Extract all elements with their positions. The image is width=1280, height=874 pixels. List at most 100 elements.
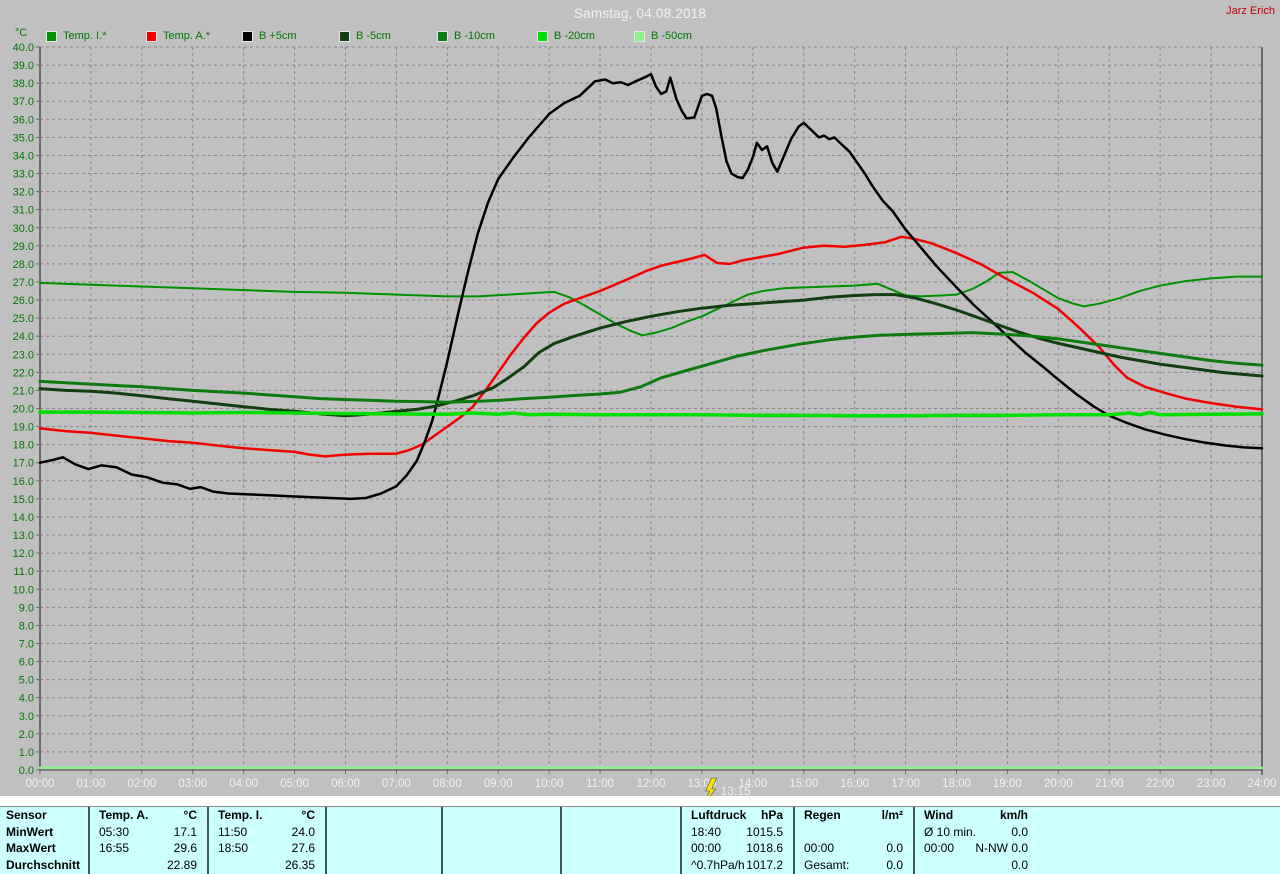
legend-item: B -20cm: [537, 30, 595, 42]
legend-swatch-icon: [634, 30, 645, 42]
y-tick-label: 30.0: [13, 223, 34, 235]
y-tick-label: 33.0: [13, 169, 34, 181]
y-tick-label: 7.0: [19, 638, 34, 650]
legend-item: B -10cm: [437, 30, 495, 42]
sensor-column: [325, 807, 441, 874]
legend-item: Temp. I.*: [46, 30, 106, 42]
x-tick-label: 07:00: [382, 778, 411, 790]
y-tick-label: 37.0: [13, 96, 34, 108]
footer-cell: hPa: [760, 808, 783, 822]
y-tick-label: 23.0: [13, 349, 34, 361]
footer-cell: 16:55: [99, 841, 130, 856]
y-tick-label: 24.0: [13, 331, 34, 343]
footer-cell: Temp. A.: [99, 808, 149, 822]
legend-item: Temp. A.*: [146, 30, 210, 42]
legend-label: Temp. A.*: [163, 30, 211, 42]
footer-cell: Sensor: [6, 808, 47, 822]
y-tick-label: 15.0: [13, 494, 34, 506]
y-tick-label: 34.0: [13, 150, 34, 162]
x-tick-label: 11:00: [586, 778, 614, 790]
footer-cell: 26.35: [284, 857, 315, 872]
y-tick-label: 8.0: [19, 620, 34, 632]
x-tick-label: 21:00: [1095, 778, 1124, 790]
y-tick-label: 13.0: [13, 530, 34, 542]
y-tick-label: 12.0: [13, 548, 34, 560]
x-tick-label: 06:00: [331, 778, 360, 790]
footer-cell: Temp. I.: [218, 808, 263, 822]
y-tick-label: 21.0: [13, 385, 34, 397]
y-tick-label: 6.0: [19, 657, 34, 669]
footer-cell: 1018.6: [746, 841, 783, 856]
legend-swatch-icon: [242, 30, 253, 42]
y-tick-label: 25.0: [13, 313, 34, 325]
series-line: [38, 410, 1264, 418]
y-tick-label: 17.0: [13, 458, 34, 470]
y-tick-label: 32.0: [13, 187, 34, 199]
legend-swatch-icon: [339, 30, 350, 42]
temperature-chart[interactable]: 0.0 1.0 2.0 3.0 4.0 5.0 6.0 7.0 8.0 9.0 10.0 11.0 12…: [0, 0, 1280, 805]
sensor-column: Temp. A. °C 05:30 17.1 16:55 29.6 22.89: [88, 807, 207, 874]
footer-cell: Ø 10 min.: [924, 824, 977, 839]
chart-legend: Temp. I.* Temp. A.* B +5cm B -5cm B -10cm B -…: [0, 30, 1280, 43]
y-tick-label: 11.0: [13, 566, 34, 578]
y-tick-label: 39.0: [13, 60, 34, 72]
x-tick-label: 20:00: [1044, 778, 1073, 790]
footer-cell: 00:00: [804, 841, 835, 856]
footer-cell: 0.0: [1011, 824, 1028, 839]
x-tick-label: 05:00: [280, 778, 309, 790]
x-tick-label: 02:00: [127, 778, 156, 790]
y-tick-label: 28.0: [13, 259, 34, 271]
footer-cell: 0.0: [886, 841, 903, 856]
y-tick-label: 29.0: [13, 241, 34, 253]
footer-cell: 11:50: [218, 824, 248, 839]
footer-cell: °C: [183, 808, 197, 822]
x-tick-label: 01:00: [77, 778, 106, 790]
y-tick-label: 10.0: [13, 584, 34, 596]
x-tick-label: 19:00: [993, 778, 1022, 790]
x-tick-label: 18:00: [942, 778, 971, 790]
legend-item: B -50cm: [634, 30, 692, 42]
y-tick-label: 1.0: [19, 747, 34, 759]
x-tick-label: 10:00: [535, 778, 564, 790]
legend-label: B +5cm: [259, 30, 297, 42]
footer-cell: ^0.7hPa/h: [691, 857, 745, 872]
footer-cell: Wind: [924, 808, 954, 822]
y-tick-label: 36.0: [13, 114, 34, 126]
footer-cell: 05:30: [99, 824, 130, 839]
legend-swatch-icon: [146, 30, 157, 42]
y-tick-label: 22.0: [13, 367, 34, 379]
sensor-column: Luftdruck hPa 18:40 1015.5 00:00 1018.6 ^0.7hP…: [680, 807, 793, 874]
legend-label: B -10cm: [454, 30, 495, 42]
x-tick-label: 22:00: [1146, 778, 1175, 790]
y-tick-label: 38.0: [13, 78, 34, 90]
legend-label: Temp. I.*: [63, 30, 107, 42]
x-tick-label: 15:00: [789, 778, 818, 790]
legend-label: B -20cm: [554, 30, 595, 42]
weather-app-window: Samstag, 04.08.2018 Jarz Erich 0.0 1.0 2.0…: [0, 0, 1280, 874]
footer-cell: 17.1: [173, 824, 197, 839]
footer-cell: km/h: [999, 808, 1028, 822]
footer-cell: Gesamt:: [804, 857, 850, 872]
y-tick-label: 31.0: [13, 205, 34, 217]
y-tick-label: 5.0: [19, 675, 34, 687]
divider: [0, 796, 1280, 806]
footer-cell: 24.0: [291, 824, 315, 839]
y-tick-label: 9.0: [19, 602, 34, 614]
y-tick-label: 20.0: [13, 404, 34, 416]
x-tick-label: 03:00: [178, 778, 207, 790]
grid: [39, 46, 1263, 771]
legend-label: B -50cm: [651, 30, 692, 42]
x-tick-label: 09:00: [484, 778, 513, 790]
footer-cell: 1015.5: [746, 824, 783, 839]
legend-swatch-icon: [437, 30, 448, 42]
footer-cell: 1017.2: [746, 857, 783, 872]
footer-cell: MinWert: [6, 824, 54, 839]
x-tick-label: 17:00: [891, 778, 920, 790]
y-tick-label: 14.0: [13, 512, 34, 524]
footer-cell: 29.6: [173, 841, 197, 856]
sensor-column: [560, 807, 680, 874]
x-tick-label: 16:00: [840, 778, 869, 790]
footer-cell: MaxWert: [6, 841, 56, 856]
y-tick-label: 18.0: [13, 440, 34, 452]
y-tick-label: 26.0: [13, 295, 34, 307]
